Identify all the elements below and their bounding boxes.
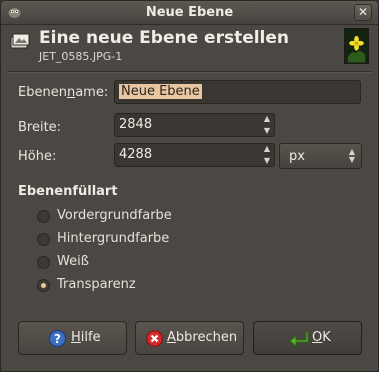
ok-button[interactable]: OK bbox=[253, 321, 362, 355]
layer-name-label: Ebenenname: bbox=[18, 85, 109, 100]
height-value: 4288 bbox=[119, 147, 153, 162]
height-spinner[interactable]: ▲ ▼ bbox=[260, 143, 274, 167]
radio-background[interactable] bbox=[37, 233, 50, 246]
layer-name-input[interactable]: Neue Ebene bbox=[114, 80, 361, 104]
width-label: Breite: bbox=[18, 120, 62, 135]
help-icon: ? bbox=[49, 330, 66, 347]
window-title: Neue Ebene bbox=[145, 5, 234, 20]
cancel-button[interactable]: Abbrechen bbox=[135, 321, 244, 355]
width-spinner[interactable]: ▲ ▼ bbox=[260, 113, 274, 137]
header-divider bbox=[7, 71, 372, 72]
image-thumbnail bbox=[344, 28, 369, 64]
ok-label: OK bbox=[312, 330, 331, 345]
spin-down-icon[interactable]: ▼ bbox=[260, 155, 274, 167]
unit-select[interactable]: px ▲ ▼ bbox=[279, 143, 362, 169]
new-layer-dialog: Neue Ebene ✕ Eine neue Ebene erstellen J… bbox=[0, 0, 379, 372]
width-value: 2848 bbox=[119, 117, 153, 132]
width-input[interactable]: 2848 bbox=[114, 113, 275, 137]
help-button[interactable]: ? Hilfe bbox=[18, 321, 127, 355]
cancel-icon bbox=[146, 330, 163, 347]
height-input[interactable]: 4288 bbox=[114, 143, 275, 167]
radio-transparency[interactable] bbox=[37, 279, 50, 292]
fill-type-heading: Ebenenfüllart bbox=[18, 184, 118, 199]
close-button[interactable]: ✕ bbox=[354, 4, 372, 21]
radio-foreground[interactable] bbox=[37, 210, 50, 223]
unit-value: px bbox=[289, 149, 305, 164]
radio-transparency-label[interactable]: Transparenz bbox=[57, 277, 136, 292]
cancel-label: Abbrechen bbox=[167, 330, 238, 345]
ok-enter-icon bbox=[289, 331, 309, 347]
dialog-heading: Eine neue Ebene erstellen bbox=[39, 28, 290, 48]
spin-down-icon[interactable]: ▼ bbox=[260, 125, 274, 137]
spin-up-icon[interactable]: ▲ bbox=[260, 113, 274, 125]
radio-white[interactable] bbox=[37, 256, 50, 269]
radio-background-label[interactable]: Hintergrundfarbe bbox=[57, 231, 169, 246]
radio-foreground-label[interactable]: Vordergrundfarbe bbox=[57, 208, 172, 223]
new-layer-icon bbox=[10, 33, 30, 49]
updown-chevron-icon: ▲ ▼ bbox=[348, 147, 355, 164]
height-label: Höhe: bbox=[18, 149, 57, 164]
help-label: Hilfe bbox=[71, 330, 101, 345]
spin-up-icon[interactable]: ▲ bbox=[260, 143, 274, 155]
layer-name-value: Neue Ebene bbox=[119, 84, 202, 99]
svg-text:?: ? bbox=[54, 332, 61, 346]
radio-white-label[interactable]: Weiß bbox=[57, 254, 89, 269]
image-name: JET_0585.JPG-1 bbox=[39, 50, 123, 63]
title-bar[interactable]: Neue Ebene ✕ bbox=[1, 1, 378, 25]
